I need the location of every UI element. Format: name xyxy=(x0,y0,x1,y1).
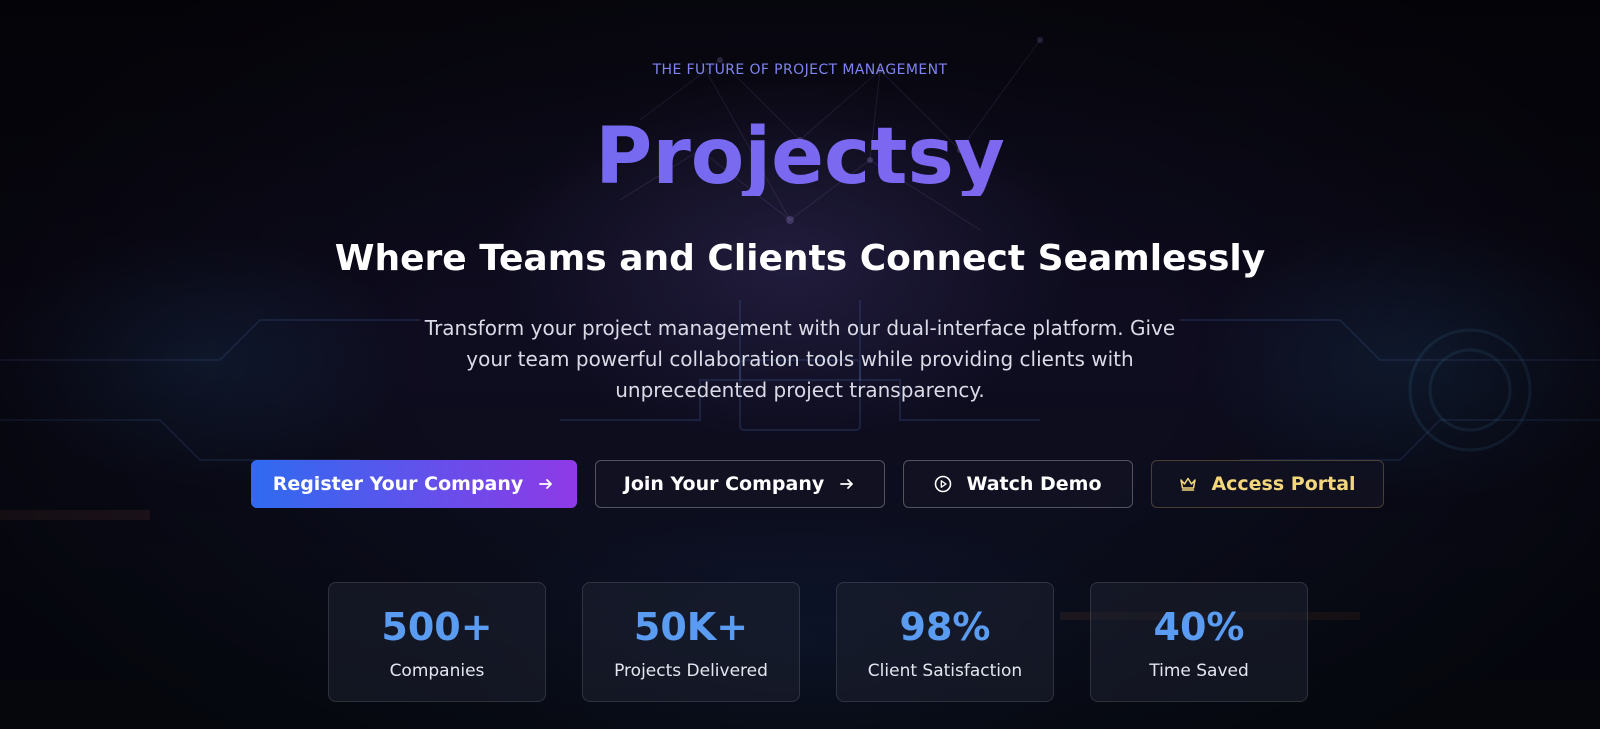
stat-label: Time Saved xyxy=(1149,661,1249,681)
crown-icon xyxy=(1179,475,1197,493)
arrow-right-icon xyxy=(838,475,856,493)
stat-value: 40% xyxy=(1153,605,1245,649)
join-company-label: Join Your Company xyxy=(623,473,825,495)
watch-demo-label: Watch Demo xyxy=(966,473,1102,495)
watch-demo-button[interactable]: Watch Demo xyxy=(903,460,1133,508)
stat-card-time-saved: 40% Time Saved xyxy=(1090,582,1308,702)
hero-section: THE FUTURE OF PROJECT MANAGEMENT Project… xyxy=(0,0,1600,729)
register-company-label: Register Your Company xyxy=(272,473,524,495)
stat-card-companies: 500+ Companies xyxy=(328,582,546,702)
hero-tagline: Where Teams and Clients Connect Seamless… xyxy=(334,238,1266,279)
play-circle-icon xyxy=(934,475,952,493)
stat-card-projects: 50K+ Projects Delivered xyxy=(582,582,800,702)
stat-label: Projects Delivered xyxy=(614,661,768,681)
stat-value: 500+ xyxy=(381,605,493,649)
hero-description: Transform your project management with o… xyxy=(424,316,1176,402)
register-company-button[interactable]: Register Your Company xyxy=(251,460,577,508)
arrow-right-icon xyxy=(537,475,555,493)
join-company-button[interactable]: Join Your Company xyxy=(595,460,885,508)
hero-eyebrow: THE FUTURE OF PROJECT MANAGEMENT xyxy=(652,62,948,78)
stat-value: 98% xyxy=(899,605,991,649)
stat-label: Companies xyxy=(389,661,485,681)
stat-label: Client Satisfaction xyxy=(867,661,1023,681)
access-portal-button[interactable]: Access Portal xyxy=(1151,460,1384,508)
stat-card-satisfaction: 98% Client Satisfaction xyxy=(836,582,1054,702)
stat-value: 50K+ xyxy=(633,605,749,649)
access-portal-label: Access Portal xyxy=(1211,473,1356,495)
brand-title: Projectsy xyxy=(0,118,1600,196)
